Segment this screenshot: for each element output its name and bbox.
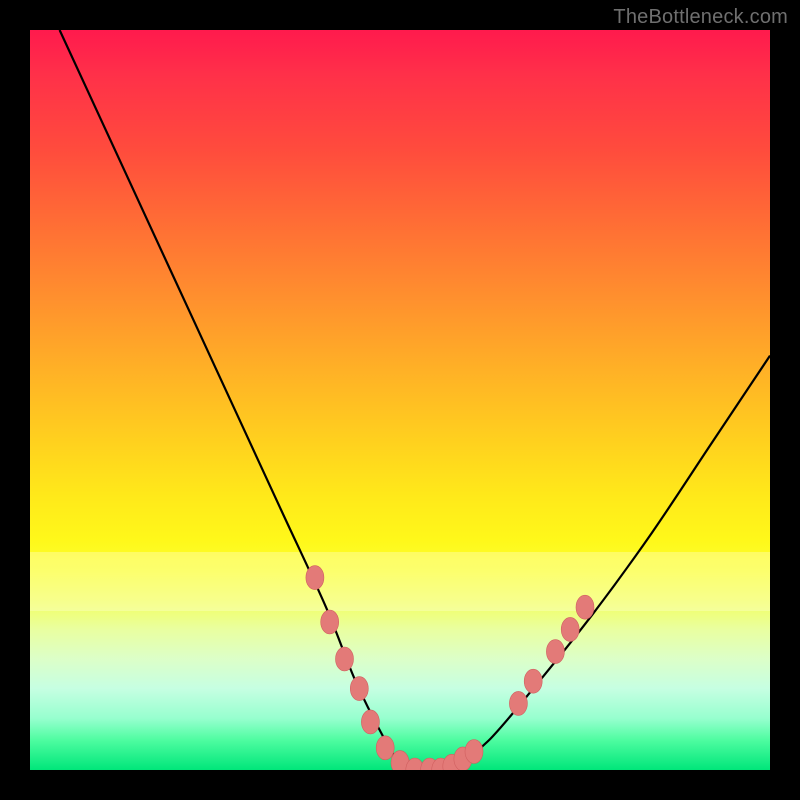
marker-point bbox=[361, 710, 379, 734]
marker-point bbox=[376, 736, 394, 760]
marker-point bbox=[561, 617, 579, 641]
chart-frame: TheBottleneck.com bbox=[0, 0, 800, 800]
marker-point bbox=[321, 610, 339, 634]
marker-point bbox=[576, 595, 594, 619]
bottleneck-curve bbox=[60, 30, 770, 770]
attribution-text: TheBottleneck.com bbox=[613, 6, 788, 29]
plot-area bbox=[30, 30, 770, 770]
marker-point bbox=[546, 640, 564, 664]
marker-point bbox=[350, 677, 368, 701]
marker-point bbox=[465, 740, 483, 764]
curve-svg bbox=[30, 30, 770, 770]
marker-point bbox=[306, 566, 324, 590]
marker-point bbox=[336, 647, 354, 671]
marker-point bbox=[509, 691, 527, 715]
marker-point bbox=[524, 669, 542, 693]
